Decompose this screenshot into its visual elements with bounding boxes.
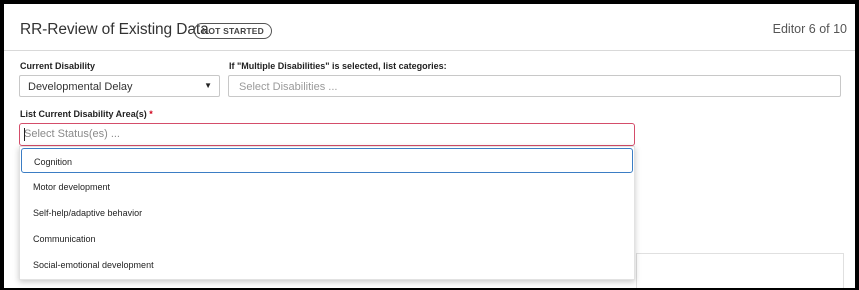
- current-disability-select[interactable]: Developmental Delay ▼: [19, 75, 220, 97]
- option-social-emotional-development[interactable]: Social-emotional development: [21, 252, 633, 277]
- multiple-disabilities-placeholder: Select Disabilities ...: [239, 81, 338, 93]
- option-label: Motor development: [33, 182, 111, 192]
- editor-header: RR-Review of Existing Data NOT STARTED E…: [4, 4, 855, 51]
- background-panel: [636, 253, 844, 288]
- required-marker: *: [149, 109, 153, 119]
- option-label: Communication: [33, 234, 96, 244]
- current-disability-value: Developmental Delay: [28, 81, 133, 93]
- multiple-disabilities-label: If "Multiple Disabilities" is selected, …: [229, 61, 447, 71]
- caret-down-icon: ▼: [204, 81, 212, 90]
- disability-areas-input[interactable]: Select Status(es) ...: [19, 123, 635, 146]
- option-self-help-adaptive-behavior[interactable]: Self-help/adaptive behavior: [21, 200, 633, 225]
- status-badge: NOT STARTED: [194, 23, 273, 39]
- disability-areas-label: List Current Disability Area(s) *: [20, 109, 153, 119]
- option-label: Cognition: [34, 157, 73, 167]
- option-label: Self-help/adaptive behavior: [33, 208, 143, 218]
- option-communication[interactable]: Communication: [21, 226, 633, 251]
- option-label: Social-emotional development: [33, 260, 154, 270]
- disability-areas-dropdown: Cognition Motor development Self-help/ad…: [19, 146, 635, 280]
- editor-panel: RR-Review of Existing Data NOT STARTED E…: [4, 4, 855, 288]
- disability-areas-label-text: List Current Disability Area(s): [20, 109, 147, 119]
- page-title: RR-Review of Existing Data: [20, 21, 209, 38]
- disability-areas-placeholder: Select Status(es) ...: [24, 128, 120, 140]
- current-disability-label: Current Disability: [20, 61, 96, 71]
- option-cognition[interactable]: Cognition: [21, 148, 633, 173]
- multiple-disabilities-select[interactable]: Select Disabilities ...: [228, 75, 841, 97]
- editor-position: Editor 6 of 10: [772, 22, 847, 36]
- option-motor-development[interactable]: Motor development: [21, 174, 633, 199]
- text-cursor: [24, 128, 25, 141]
